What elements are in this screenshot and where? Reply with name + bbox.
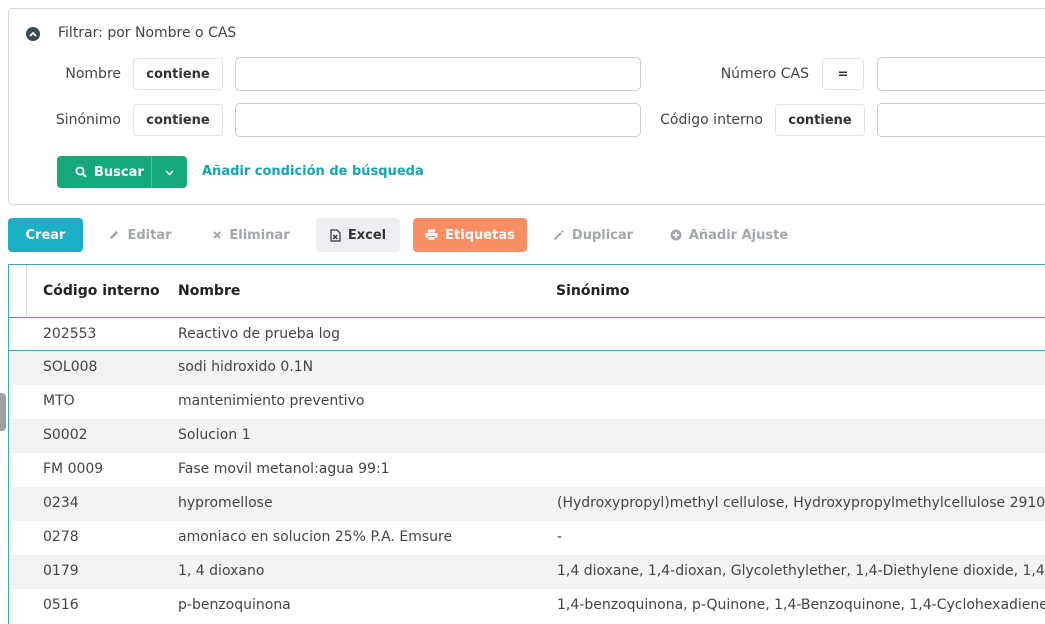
cell-sinonimo: (Hydroxypropyl)methyl cellulose, Hydroxy… xyxy=(557,495,1045,511)
sinonimo-input[interactable] xyxy=(235,103,641,137)
cell-codigo: 0179 xyxy=(43,563,79,579)
sinonimo-operator[interactable]: contiene xyxy=(133,104,223,136)
create-button[interactable]: Crear xyxy=(8,218,83,252)
table-row[interactable]: MTO mantenimiento preventivo xyxy=(9,385,1045,419)
cas-label: Número CAS xyxy=(720,66,809,82)
cell-sinonimo: 1,4 dioxane, 1,4-dioxan, Glycolethylethe… xyxy=(557,563,1045,579)
row-selector-header xyxy=(9,265,27,317)
table-row[interactable]: 0234 hypromellose (Hydroxypropyl)methyl … xyxy=(9,487,1045,521)
create-label: Crear xyxy=(25,227,66,243)
chevron-up-icon[interactable] xyxy=(26,27,40,41)
table-row[interactable]: 202553 Reactivo de prueba log xyxy=(9,317,1045,351)
cell-nombre: Fase movil metanol:agua 99:1 xyxy=(178,461,390,477)
cell-nombre: amoniaco en solucion 25% P.A. Emsure xyxy=(178,529,453,545)
search-label: Buscar xyxy=(94,164,144,180)
search-dropdown-toggle[interactable] xyxy=(151,156,187,188)
duplicate-button[interactable]: Duplicar xyxy=(545,218,641,252)
edit-button[interactable]: Editar xyxy=(100,218,180,252)
column-header-sinonimo[interactable]: Sinónimo xyxy=(556,283,629,299)
excel-button[interactable]: Excel xyxy=(316,218,400,252)
cell-nombre: Solucion 1 xyxy=(178,427,251,443)
labels-button[interactable]: Etiquetas xyxy=(413,218,527,252)
excel-label: Excel xyxy=(347,227,387,243)
cell-nombre: sodi hidroxido 0.1N xyxy=(178,359,314,375)
sidebar-toggle-handle[interactable] xyxy=(0,393,6,431)
nombre-input[interactable] xyxy=(235,57,641,91)
pencil-icon xyxy=(108,229,120,241)
add-condition-link[interactable]: Añadir condición de búsqueda xyxy=(202,164,424,179)
table-row[interactable]: 0516 p-benzoquinona 1,4-benzoquinona, p-… xyxy=(9,589,1045,623)
table-row[interactable]: SOL008 sodi hidroxido 0.1N xyxy=(9,351,1045,385)
table-row[interactable]: S0002 Solucion 1 xyxy=(9,419,1045,453)
table-row[interactable]: FM 0009 Fase movil metanol:agua 99:1 xyxy=(9,453,1045,487)
column-header-nombre[interactable]: Nombre xyxy=(178,283,240,299)
results-table: Código interno Nombre Sinónimo 202553 Re… xyxy=(8,264,1045,624)
column-header-codigo[interactable]: Código interno xyxy=(43,283,160,299)
delete-label: Eliminar xyxy=(229,227,290,243)
nombre-label: Nombre xyxy=(65,66,121,82)
search-button[interactable]: Buscar xyxy=(57,156,187,188)
cell-codigo: SOL008 xyxy=(43,359,98,375)
table-row[interactable]: 0179 1, 4 dioxano 1,4 dioxane, 1,4-dioxa… xyxy=(9,555,1045,589)
cell-nombre: hypromellose xyxy=(178,495,273,511)
codigo-label: Código interno xyxy=(660,112,763,128)
cell-codigo: 0516 xyxy=(43,597,79,613)
cell-sinonimo: - xyxy=(557,529,563,545)
chevron-down-icon xyxy=(165,165,174,180)
table-row[interactable]: 0278 amoniaco en solucion 25% P.A. Emsur… xyxy=(9,521,1045,555)
close-icon xyxy=(212,230,222,240)
edit-label: Editar xyxy=(127,227,172,243)
add-adjustment-button[interactable]: Añadir Ajuste xyxy=(665,218,793,252)
cell-codigo: MTO xyxy=(43,393,75,409)
filter-title: Filtrar: por Nombre o CAS xyxy=(58,25,237,41)
cell-codigo: FM 0009 xyxy=(43,461,104,477)
cell-codigo: 202553 xyxy=(43,326,97,342)
cas-operator[interactable]: = xyxy=(822,58,864,90)
magic-wand-icon xyxy=(553,229,565,241)
cell-codigo: 0234 xyxy=(43,495,79,511)
codigo-operator[interactable]: contiene xyxy=(775,104,865,136)
add-adjustment-label: Añadir Ajuste xyxy=(688,227,789,243)
printer-icon xyxy=(425,229,438,241)
cell-nombre: mantenimiento preventivo xyxy=(178,393,365,409)
nombre-operator[interactable]: contiene xyxy=(133,58,223,90)
search-icon xyxy=(75,166,87,178)
search-main[interactable]: Buscar xyxy=(57,156,151,188)
delete-button[interactable]: Eliminar xyxy=(204,218,298,252)
codigo-input[interactable] xyxy=(877,103,1045,137)
duplicate-label: Duplicar xyxy=(571,227,634,243)
labels-label: Etiquetas xyxy=(445,227,515,243)
cell-sinonimo: 1,4-benzoquinona, p-Quinone, 1,4-Benzoqu… xyxy=(557,597,1045,613)
cell-codigo: S0002 xyxy=(43,427,88,443)
cell-nombre: p-benzoquinona xyxy=(178,597,291,613)
plus-circle-icon xyxy=(670,229,682,241)
sinonimo-label: Sinónimo xyxy=(55,112,121,128)
cas-input[interactable] xyxy=(877,57,1045,91)
cell-nombre: Reactivo de prueba log xyxy=(178,326,341,342)
cell-codigo: 0278 xyxy=(43,529,79,545)
cell-nombre: 1, 4 dioxano xyxy=(178,563,265,579)
excel-file-icon xyxy=(330,228,341,242)
